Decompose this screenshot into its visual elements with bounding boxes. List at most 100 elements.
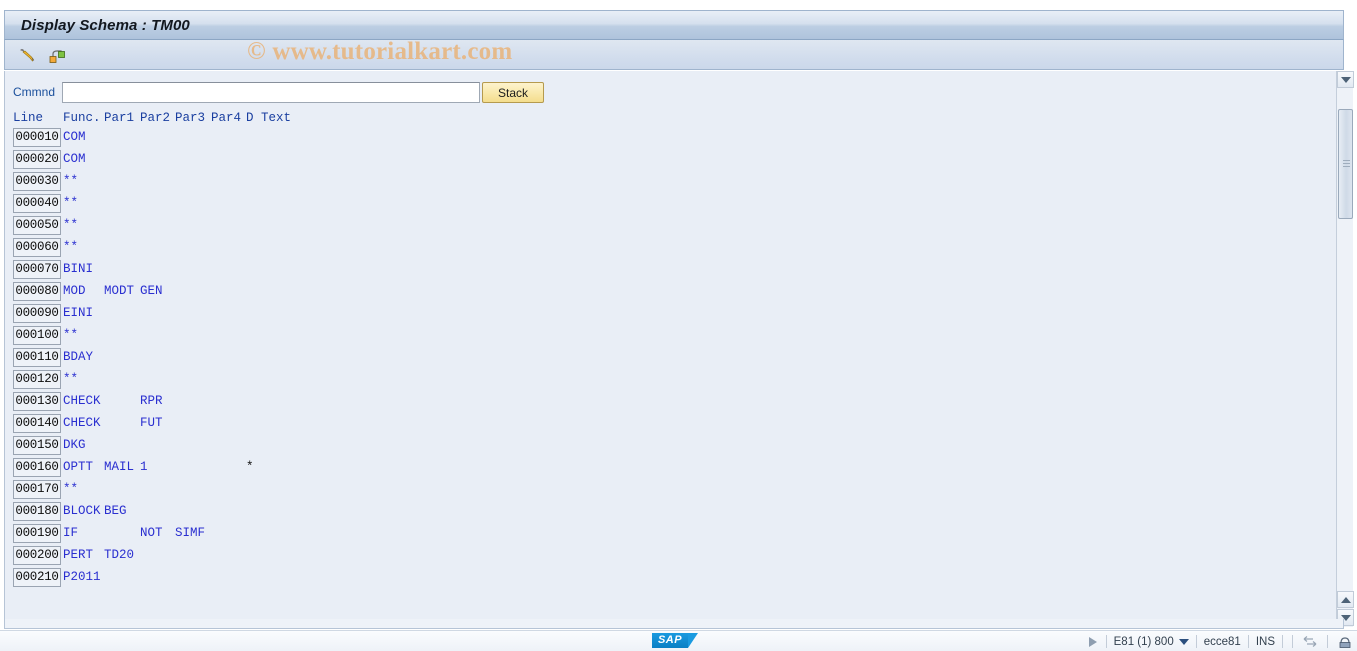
scroll-down-button[interactable] bbox=[1337, 71, 1354, 88]
stack-button[interactable]: Stack bbox=[482, 82, 544, 103]
line-number-field[interactable]: 000210 bbox=[13, 568, 61, 587]
table-row[interactable]: 000060 ** bbox=[5, 237, 1343, 259]
vertical-scrollbar[interactable] bbox=[1336, 71, 1354, 627]
line-number-field[interactable]: 000080 bbox=[13, 282, 61, 301]
cell-func[interactable]: BINI bbox=[63, 262, 93, 276]
table-row[interactable]: 000070 BINI bbox=[5, 259, 1343, 281]
table-row[interactable]: 000090 EINI bbox=[5, 303, 1343, 325]
page-up-button[interactable] bbox=[1337, 591, 1354, 608]
table-row[interactable]: 000030 ** bbox=[5, 171, 1343, 193]
table-row[interactable]: 000140 CHECK FUT bbox=[5, 413, 1343, 435]
table-row[interactable]: 000100 ** bbox=[5, 325, 1343, 347]
table-row[interactable]: 000020 COM bbox=[5, 149, 1343, 171]
line-number-field[interactable]: 000050 bbox=[13, 216, 61, 235]
display-change-icon[interactable] bbox=[15, 44, 39, 66]
cell-par1[interactable]: MAIL bbox=[104, 460, 134, 474]
line-number-field[interactable]: 000010 bbox=[13, 128, 61, 147]
hierarchy-icon[interactable] bbox=[45, 44, 69, 66]
status-system: E81 (1) 800 bbox=[1113, 635, 1174, 648]
cell-par2[interactable]: FUT bbox=[140, 416, 163, 430]
column-header-text: Text bbox=[261, 111, 292, 125]
cell-par2[interactable]: 1 bbox=[140, 460, 148, 474]
command-input[interactable] bbox=[62, 82, 480, 103]
table-row[interactable]: 000210 P2011 bbox=[5, 567, 1343, 589]
line-number-field[interactable]: 000170 bbox=[13, 480, 61, 499]
cell-func[interactable]: BDAY bbox=[63, 350, 93, 364]
page-title: Display Schema : TM00 bbox=[21, 16, 190, 34]
table-row[interactable]: 000110 BDAY bbox=[5, 347, 1343, 369]
cell-func[interactable]: ** bbox=[63, 328, 78, 342]
cell-func[interactable]: CHECK bbox=[63, 416, 101, 430]
cell-func[interactable]: DKG bbox=[63, 438, 86, 452]
line-number-field[interactable]: 000090 bbox=[13, 304, 61, 323]
resize-grip-icon[interactable] bbox=[1335, 634, 1355, 649]
cell-par1[interactable]: MODT bbox=[104, 284, 134, 298]
table-row[interactable]: 000040 ** bbox=[5, 193, 1343, 215]
cell-func[interactable]: P2011 bbox=[63, 570, 101, 584]
sap-gui-window: Display Schema : TM00 © www.tutorialkart… bbox=[0, 0, 1357, 651]
cell-func[interactable]: COM bbox=[63, 152, 86, 166]
cell-func[interactable]: IF bbox=[63, 526, 78, 540]
table-row[interactable]: 000130 CHECK RPR bbox=[5, 391, 1343, 413]
line-number-field[interactable]: 000120 bbox=[13, 370, 61, 389]
cell-func[interactable]: ** bbox=[63, 240, 78, 254]
cell-par1[interactable]: BEG bbox=[104, 504, 127, 518]
line-number-field[interactable]: 000160 bbox=[13, 458, 61, 477]
cell-par2[interactable]: RPR bbox=[140, 394, 163, 408]
chevron-down-icon[interactable] bbox=[1178, 638, 1189, 645]
column-header-par1: Par1 bbox=[104, 111, 135, 125]
status-bar: SAP E81 (1) 800 ecce81 INS bbox=[0, 630, 1357, 651]
cell-func[interactable]: ** bbox=[63, 218, 78, 232]
table-row[interactable]: 000190 IF NOT SIMF bbox=[5, 523, 1343, 545]
cell-func[interactable]: ** bbox=[63, 482, 78, 496]
cell-par3[interactable]: SIMF bbox=[175, 526, 205, 540]
status-bar-right: E81 (1) 800 ecce81 INS bbox=[1088, 631, 1355, 651]
column-header-par2: Par2 bbox=[140, 111, 171, 125]
table-row[interactable]: 000180 BLOCK BEG bbox=[5, 501, 1343, 523]
cell-d[interactable]: * bbox=[246, 460, 254, 474]
line-number-field[interactable]: 000140 bbox=[13, 414, 61, 433]
table-row[interactable]: 000080 MOD MODT GEN bbox=[5, 281, 1343, 303]
command-row: Cmmnd Stack bbox=[5, 82, 1343, 106]
line-number-field[interactable]: 000200 bbox=[13, 546, 61, 565]
cell-func[interactable]: COM bbox=[63, 130, 86, 144]
cell-func[interactable]: PERT bbox=[63, 548, 93, 562]
table-row[interactable]: 000160 OPTT MAIL 1 * bbox=[5, 457, 1343, 479]
table-row[interactable]: 000120 ** bbox=[5, 369, 1343, 391]
table-row[interactable]: 000150 DKG bbox=[5, 435, 1343, 457]
line-number-field[interactable]: 000070 bbox=[13, 260, 61, 279]
line-number-field[interactable]: 000130 bbox=[13, 392, 61, 411]
cell-func[interactable]: ** bbox=[63, 174, 78, 188]
line-number-field[interactable]: 000110 bbox=[13, 348, 61, 367]
line-number-field[interactable]: 000180 bbox=[13, 502, 61, 521]
line-number-field[interactable]: 000030 bbox=[13, 172, 61, 191]
line-number-field[interactable]: 000040 bbox=[13, 194, 61, 213]
cell-par1[interactable]: TD20 bbox=[104, 548, 134, 562]
vertical-scrollbar-thumb[interactable] bbox=[1338, 109, 1353, 219]
line-number-field[interactable]: 000190 bbox=[13, 524, 61, 543]
cell-par2[interactable]: NOT bbox=[140, 526, 163, 540]
cell-func[interactable]: OPTT bbox=[63, 460, 93, 474]
cell-par2[interactable]: GEN bbox=[140, 284, 163, 298]
line-number-field[interactable]: 000060 bbox=[13, 238, 61, 257]
table-row[interactable]: 000050 ** bbox=[5, 215, 1343, 237]
cell-func[interactable]: CHECK bbox=[63, 394, 101, 408]
cell-func[interactable]: ** bbox=[63, 196, 78, 210]
session-icon[interactable] bbox=[1300, 634, 1320, 649]
table-body: 000010 COM 000020 COM 000030 ** 000040 ** 000050… bbox=[5, 127, 1343, 589]
cell-func[interactable]: EINI bbox=[63, 306, 93, 320]
column-header-line: Line bbox=[13, 111, 44, 125]
cell-func[interactable]: ** bbox=[63, 372, 78, 386]
table-row[interactable]: 000200 PERT TD20 bbox=[5, 545, 1343, 567]
table-row[interactable]: 000170 ** bbox=[5, 479, 1343, 501]
cell-func[interactable]: MOD bbox=[63, 284, 86, 298]
horizontal-scrollbar[interactable] bbox=[4, 619, 1344, 629]
cell-func[interactable]: BLOCK bbox=[63, 504, 101, 518]
schema-table: Line Func. Par1 Par2 Par3 Par4 D Text 00… bbox=[5, 110, 1343, 620]
line-number-field[interactable]: 000100 bbox=[13, 326, 61, 345]
table-row[interactable]: 000010 COM bbox=[5, 127, 1343, 149]
line-number-field[interactable]: 000020 bbox=[13, 150, 61, 169]
status-server: ecce81 bbox=[1203, 635, 1241, 648]
play-icon bbox=[1088, 636, 1097, 647]
line-number-field[interactable]: 000150 bbox=[13, 436, 61, 455]
